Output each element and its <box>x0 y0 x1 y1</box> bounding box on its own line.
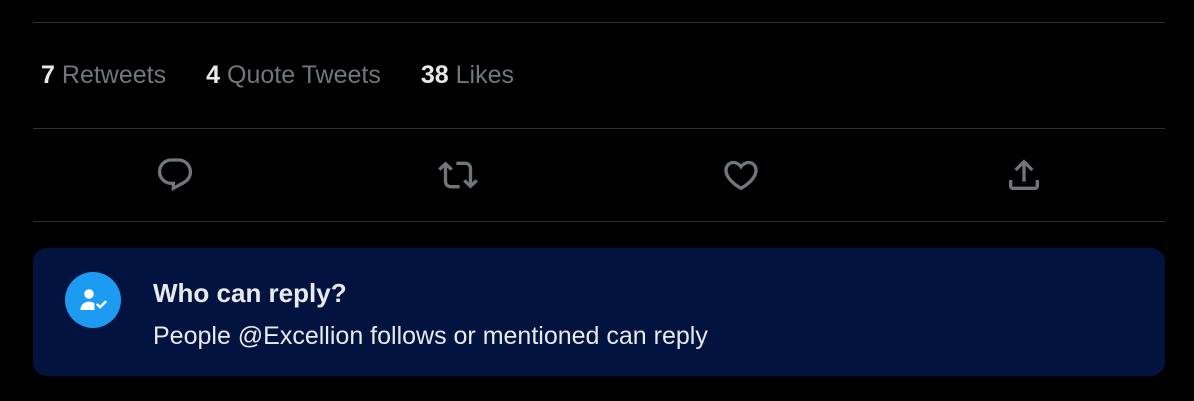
retweets-label: Retweets <box>61 61 167 89</box>
who-can-reply-description: People @Excellion follows or mentioned c… <box>153 322 708 350</box>
quote-tweets-count: 4 <box>206 61 221 89</box>
like-button[interactable] <box>717 151 765 199</box>
quote-tweets-label: Quote Tweets <box>227 61 381 89</box>
who-can-reply-title: Who can reply? <box>153 278 347 308</box>
who-can-reply-banner: Who can reply? People @Excellion follows… <box>33 248 1165 376</box>
likes-label: Likes <box>455 61 515 89</box>
share-upload-icon <box>1008 159 1039 190</box>
retweets-count: 7 <box>41 61 55 89</box>
stats-row: 7 Retweets 4 Quote Tweets 38 Likes <box>33 23 1165 128</box>
reply-bubble-icon <box>157 158 192 192</box>
retweet-button[interactable] <box>434 151 482 199</box>
retweet-icon <box>437 161 478 189</box>
retweets-stat-link[interactable]: 7 Retweets <box>41 61 166 90</box>
likes-stat-link[interactable]: 38 Likes <box>421 61 514 90</box>
likes-count: 38 <box>420 61 449 89</box>
person-check-badge <box>65 272 121 328</box>
heart-icon <box>723 160 758 191</box>
share-button[interactable] <box>1000 151 1048 199</box>
quote-tweets-stat-link[interactable]: 4 Quote Tweets <box>206 61 381 90</box>
reply-button[interactable] <box>151 151 199 199</box>
person-check-icon <box>80 289 107 310</box>
action-bar <box>33 129 1165 221</box>
bottom-divider <box>33 221 1165 222</box>
